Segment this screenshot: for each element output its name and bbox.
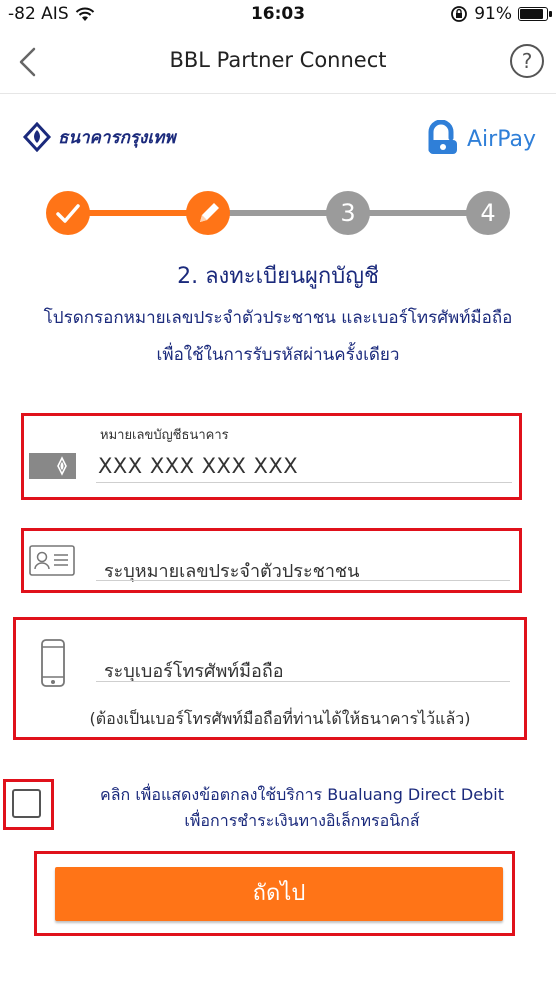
stepper-connector-2	[226, 210, 332, 216]
help-circle-icon[interactable]: ?	[510, 44, 544, 78]
account-number-field[interactable]: XXX XXX XXX XXX	[98, 454, 298, 478]
instructions: โปรดกรอกหมายเลขประจำตัวประชาชน และเบอร์โ…	[10, 300, 546, 374]
page-title: BBL Partner Connect	[169, 48, 387, 72]
pencil-icon	[200, 203, 219, 222]
consent-line-2[interactable]: เพื่อการชำระเงินทางอิเล็กทรอนิกส์	[62, 808, 542, 834]
citizen-id-underline	[96, 580, 510, 581]
bank-name: ธนาคารกรุงเทพ	[58, 127, 176, 148]
status-bar: -82 AIS 16:03 91%	[0, 0, 556, 30]
mobile-phone-icon	[41, 639, 65, 687]
stepper-connector-3	[366, 210, 472, 216]
instructions-line-1: โปรดกรอกหมายเลขประจำตัวประชาชน และเบอร์โ…	[43, 308, 513, 328]
step-1-done	[46, 191, 90, 235]
bank-card-icon	[29, 453, 76, 479]
battery-percent: 91%	[474, 4, 512, 24]
battery-icon	[518, 7, 552, 21]
check-icon	[56, 204, 80, 223]
account-field-label: หมายเลขบัญชีธนาคาร	[100, 428, 229, 443]
account-underline	[96, 482, 512, 483]
stepper-connector-1	[86, 210, 192, 216]
step-heading: 2. ลงทะเบียนผูกบัญชี	[177, 264, 379, 289]
id-card-icon	[29, 545, 75, 576]
consent-checkbox[interactable]	[12, 789, 41, 818]
airpay-name: AirPay	[467, 126, 536, 152]
bank-logo: ธนาคารกรุงเทพ	[22, 122, 176, 152]
navbar: BBL Partner Connect ?	[0, 30, 556, 94]
consent-line-1[interactable]: คลิก เพื่อแสดงข้อตกลงใช้บริการ Bualuang …	[62, 782, 542, 808]
rotation-lock-icon	[451, 6, 468, 22]
mobile-note: (ต้องเป็นเบอร์โทรศัพท์มือถือที่ท่านได้ให…	[89, 709, 471, 728]
mobile-underline	[96, 681, 510, 682]
step-4: 4	[466, 191, 510, 235]
airpay-icon	[428, 120, 457, 154]
step-3: 3	[326, 191, 370, 235]
airpay-logo: AirPay	[425, 120, 536, 158]
consent-text[interactable]: คลิก เพื่อแสดงข้อตกลงใช้บริการ Bualuang …	[62, 782, 542, 834]
status-right: 91%	[450, 4, 552, 24]
bualuang-lotus-icon	[22, 122, 52, 152]
progress-stepper: 3 4	[46, 191, 512, 235]
step-2-current	[186, 191, 230, 235]
battery-fill	[520, 9, 543, 19]
next-button[interactable]: ถัดไป	[55, 867, 503, 921]
instructions-line-2: เพื่อใช้ในการรับรหัสผ่านครั้งเดียว	[156, 345, 400, 365]
